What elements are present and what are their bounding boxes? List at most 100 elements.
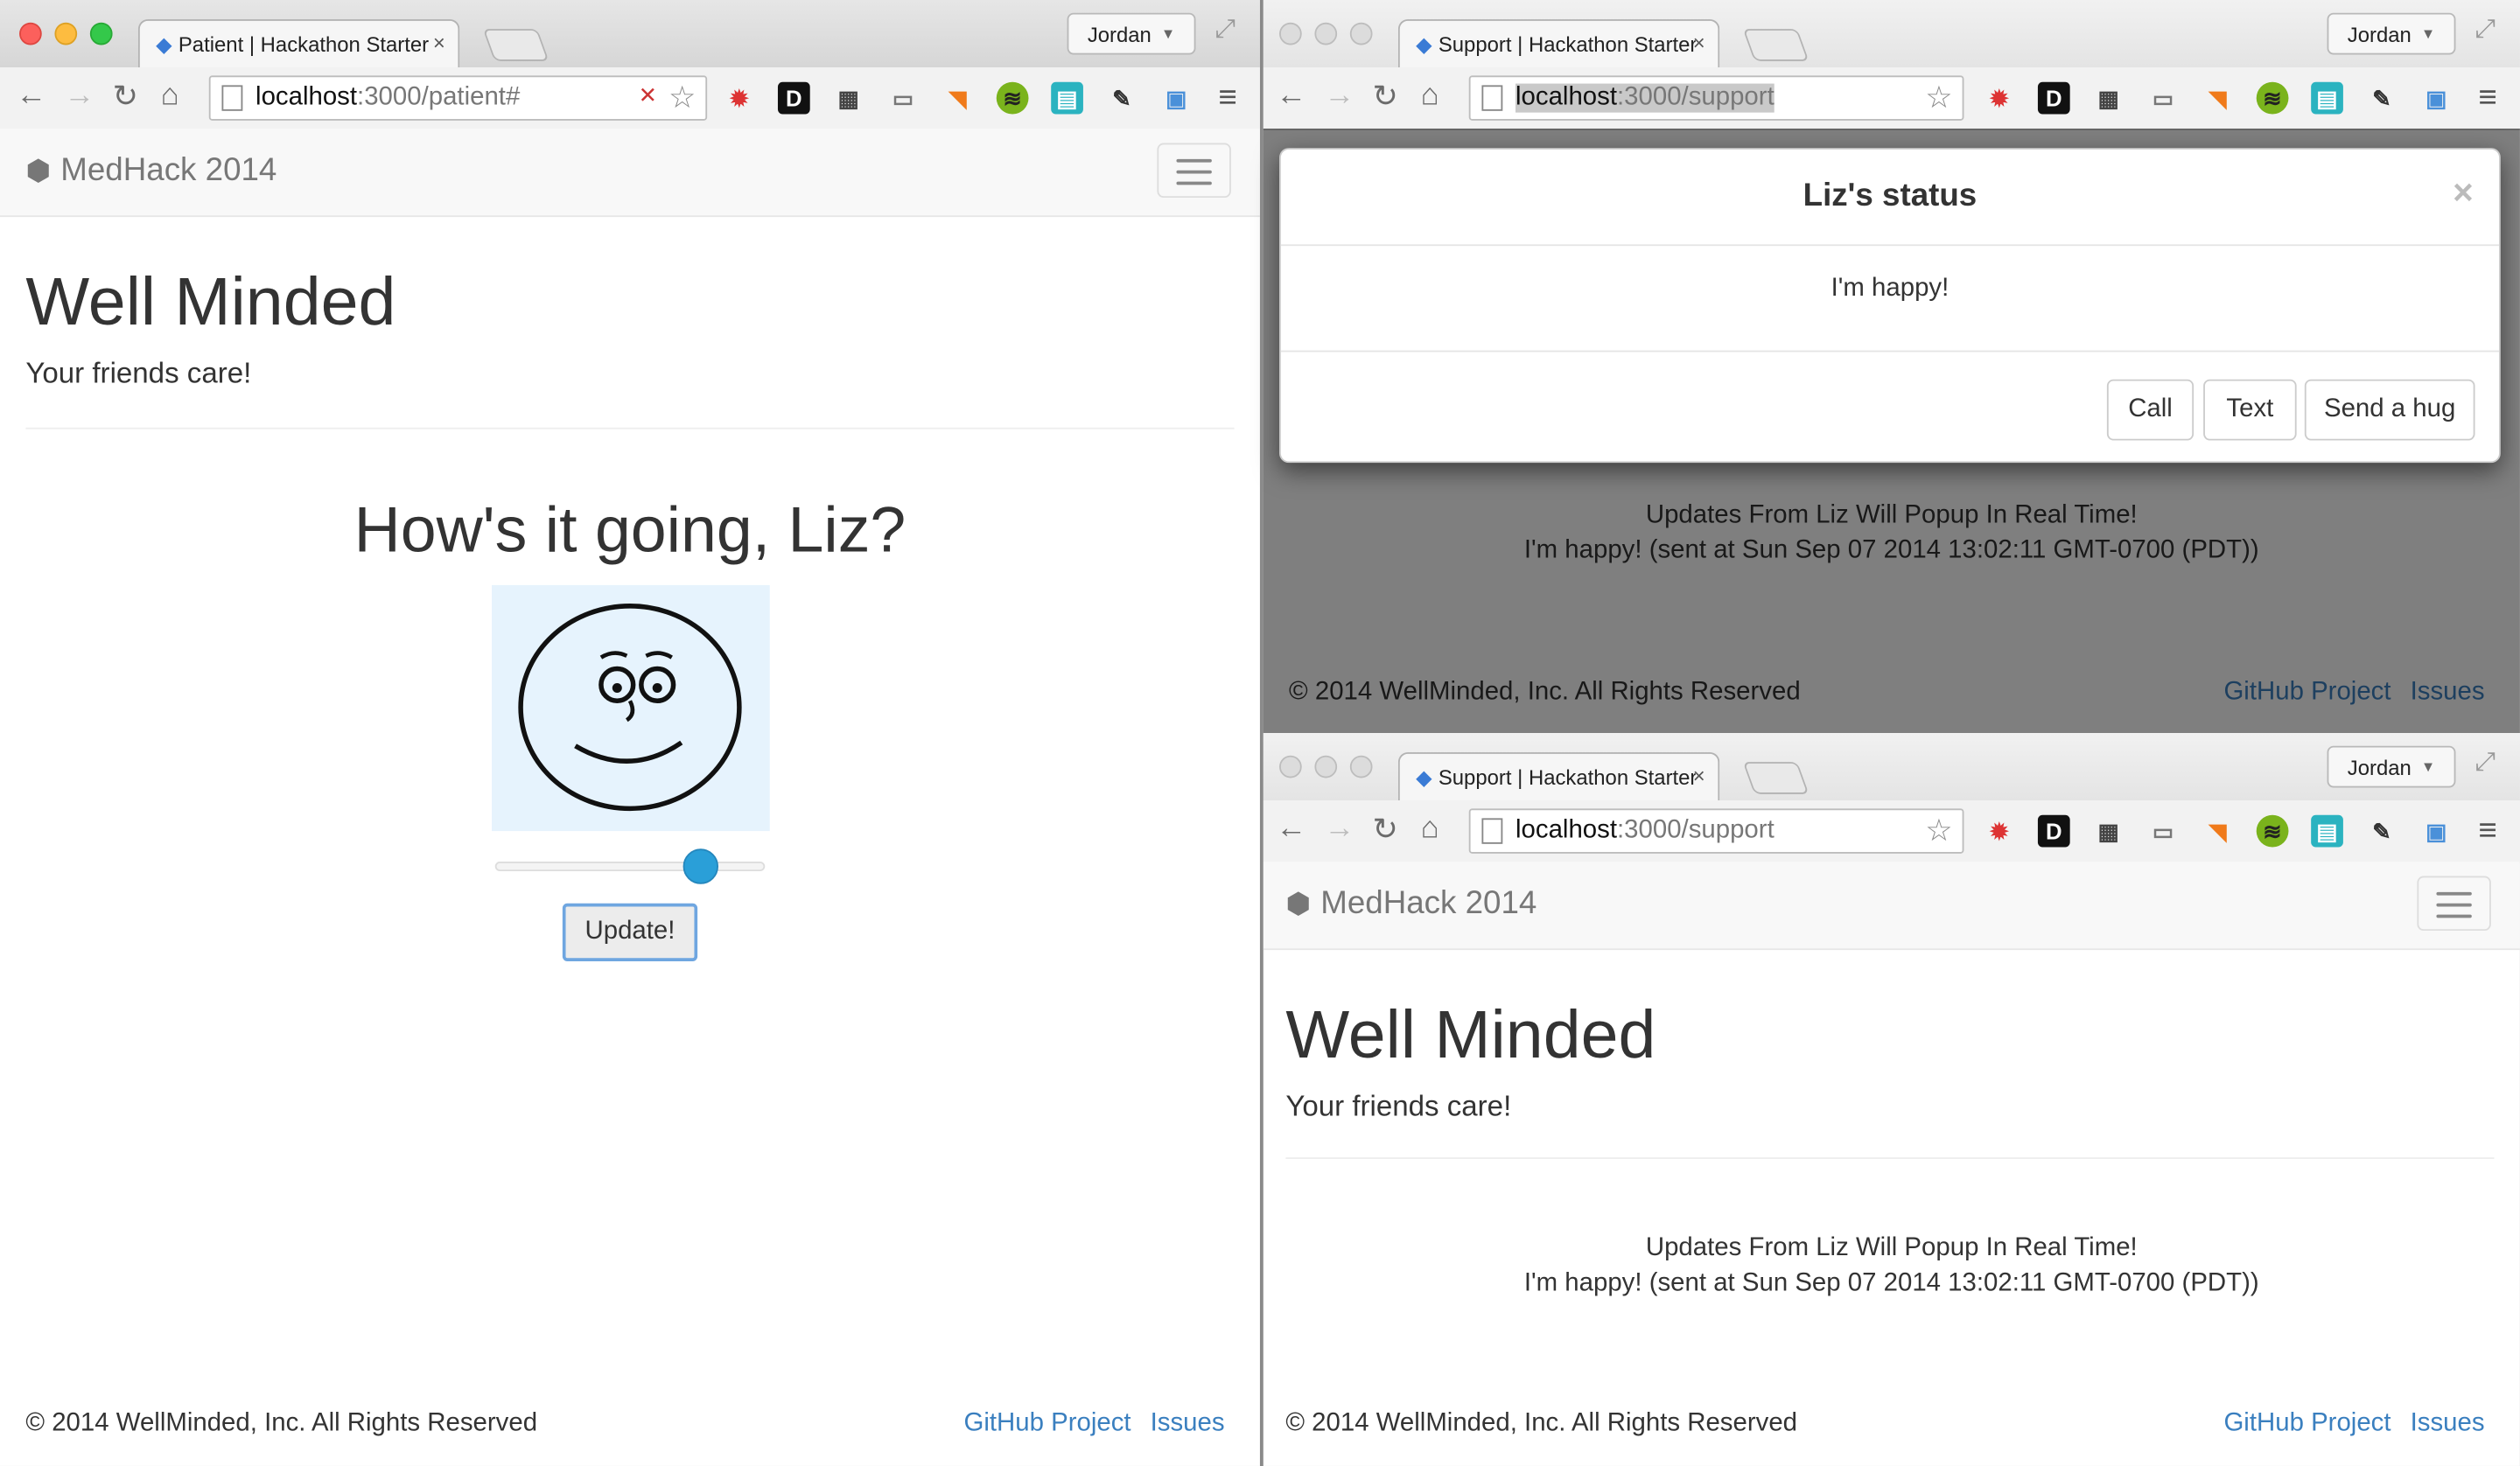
profile-button[interactable]: Jordan ▼ [1067,12,1196,55]
github-project-link[interactable]: GitHub Project [963,1410,1130,1437]
fullscreen-icon[interactable]: ⤢ [2475,16,2496,45]
chrome-menu-icon[interactable]: ≡ [2472,82,2504,115]
extension-grid-icon[interactable]: ▦ [2092,815,2124,848]
chrome-menu-icon[interactable]: ≡ [1212,82,1244,115]
modal-footer-divider [1280,350,2500,353]
eyedropper-icon[interactable]: ✎ [2366,815,2398,848]
extension-burst-icon[interactable]: ✹ [1983,815,2015,848]
call-button[interactable]: Call [2106,379,2194,441]
text-button[interactable]: Text [2203,379,2297,441]
minimize-window-icon[interactable] [54,22,78,45]
tab-close-icon[interactable]: × [1693,31,1705,55]
issues-link[interactable]: Issues [1151,1410,1225,1437]
mood-face-image [492,584,770,832]
back-icon[interactable]: ← [16,79,46,114]
send-hug-button[interactable]: Send a hug [2304,379,2475,441]
extension-orange-icon[interactable]: ◥ [942,82,974,115]
extension-teal-icon[interactable]: ▤ [2311,81,2343,115]
new-tab-button[interactable] [482,29,550,61]
footer: © 2014 WellMinded, Inc. All Rights Reser… [1285,1410,2484,1439]
brand-name: MedHack 2014 [60,152,277,189]
github-project-link[interactable]: GitHub Project [2223,1410,2390,1437]
forward-icon[interactable]: → [1324,79,1354,114]
navbar-toggle-button[interactable] [2417,876,2491,932]
minimize-window-icon[interactable] [1314,22,1338,45]
bookmark-star-icon[interactable]: ☆ [1925,813,1952,850]
close-window-icon[interactable] [1279,22,1302,45]
profile-button[interactable]: Jordan ▼ [2327,745,2456,788]
extension-teal-icon[interactable]: ▤ [2311,814,2343,848]
fullscreen-icon[interactable]: ⤢ [2475,749,2496,778]
footer-copyright: © 2014 WellMinded, Inc. All Rights Reser… [25,1409,538,1437]
fullscreen-icon[interactable]: ⤢ [1215,16,1236,45]
zoom-window-icon[interactable] [89,22,113,45]
tab-support[interactable]: ◆ Support | Hackathon Starter × [1397,19,1720,68]
tab-patient[interactable]: ◆ Patient | Hackathon Starter × [137,19,460,68]
navbar-toggle-button[interactable] [1157,143,1231,199]
zoom-window-icon[interactable] [1349,755,1373,778]
cast-icon[interactable]: ▭ [887,82,920,115]
extension-grid-icon[interactable]: ▦ [2092,82,2124,115]
close-window-icon[interactable] [1279,755,1302,778]
brand[interactable]: ⬢ MedHack 2014 [1285,886,1536,923]
back-icon[interactable]: ← [1276,79,1306,114]
back-icon[interactable]: ← [1276,812,1306,847]
modal-close-icon[interactable]: × [2453,172,2474,214]
cast-icon[interactable]: ▭ [2147,82,2180,115]
cast-icon[interactable]: ▭ [2147,815,2180,848]
extension-d-icon[interactable]: D [777,81,810,115]
extension-burst-icon[interactable]: ✹ [1983,82,2015,115]
tab-close-icon[interactable]: × [1693,764,1705,788]
chrome-menu-icon[interactable]: ≡ [2472,815,2504,848]
mood-slider[interactable] [494,848,766,884]
slider-handle[interactable] [682,848,718,884]
home-icon[interactable]: ⌂ [161,79,179,114]
spotify-icon[interactable]: ≋ [2256,814,2289,848]
bookmark-star-icon[interactable]: ☆ [668,80,696,117]
extension-d-icon[interactable]: D [2037,81,2070,115]
eyedropper-icon[interactable]: ✎ [1106,82,1138,115]
spotify-icon[interactable]: ≋ [996,81,1029,115]
tab-strip: ◆ Support | Hackathon Starter × Jordan ▼ … [1263,732,2520,801]
reload-icon[interactable]: ↻ [113,79,138,115]
forward-icon[interactable]: → [64,79,94,114]
home-icon[interactable]: ⌂ [1421,812,1439,847]
reload-icon[interactable]: ↻ [1373,812,1398,848]
minimize-window-icon[interactable] [1314,755,1338,778]
extension-orange-icon[interactable]: ◥ [2202,815,2234,848]
favicon-icon: ◆ [1416,31,1432,56]
issues-link[interactable]: Issues [2411,1410,2485,1437]
update-button[interactable]: Update! [562,903,698,961]
footer: © 2014 WellMinded, Inc. All Rights Reser… [25,1410,1224,1439]
reload-icon[interactable]: ↻ [1373,79,1398,115]
forward-icon[interactable]: → [1324,812,1354,847]
home-icon[interactable]: ⌂ [1421,79,1439,114]
extension-orange-icon[interactable]: ◥ [2202,82,2234,115]
extension-burst-icon[interactable]: ✹ [724,82,756,115]
brand[interactable]: ⬢ MedHack 2014 [25,153,276,190]
tab-support[interactable]: ◆ Support | Hackathon Starter × [1397,752,1720,801]
extension-d-icon[interactable]: D [2037,814,2070,848]
eyedropper-icon[interactable]: ✎ [2366,82,2398,115]
address-bar[interactable]: localhost:3000/support ☆ [1468,808,1964,854]
tab-close-icon[interactable]: × [433,31,445,55]
address-bar[interactable]: localhost:3000/patient# ✕ ☆ [208,75,708,121]
spotify-icon[interactable]: ≋ [2256,81,2289,115]
page-title: Well Minded [25,263,396,339]
popup-blocked-icon[interactable]: ✕ [639,82,658,109]
zoom-window-icon[interactable] [1349,22,1373,45]
extension-blue-icon[interactable]: ▣ [2420,815,2453,848]
profile-button[interactable]: Jordan ▼ [2327,12,2456,55]
extension-grid-icon[interactable]: ▦ [832,82,864,115]
new-tab-button[interactable] [1742,762,1810,794]
address-bar[interactable]: localhost:3000/support ☆ [1468,75,1964,121]
url-host: localhost [256,83,358,111]
bookmark-star-icon[interactable]: ☆ [1925,80,1952,117]
close-window-icon[interactable] [19,22,42,45]
status-modal: Liz's status × I'm happy! Call Text Send… [1279,148,2501,464]
app-navbar: ⬢ MedHack 2014 [1263,862,2520,951]
extension-blue-icon[interactable]: ▣ [1160,82,1193,115]
extension-teal-icon[interactable]: ▤ [1051,81,1083,115]
extension-blue-icon[interactable]: ▣ [2420,82,2453,115]
new-tab-button[interactable] [1742,29,1810,61]
